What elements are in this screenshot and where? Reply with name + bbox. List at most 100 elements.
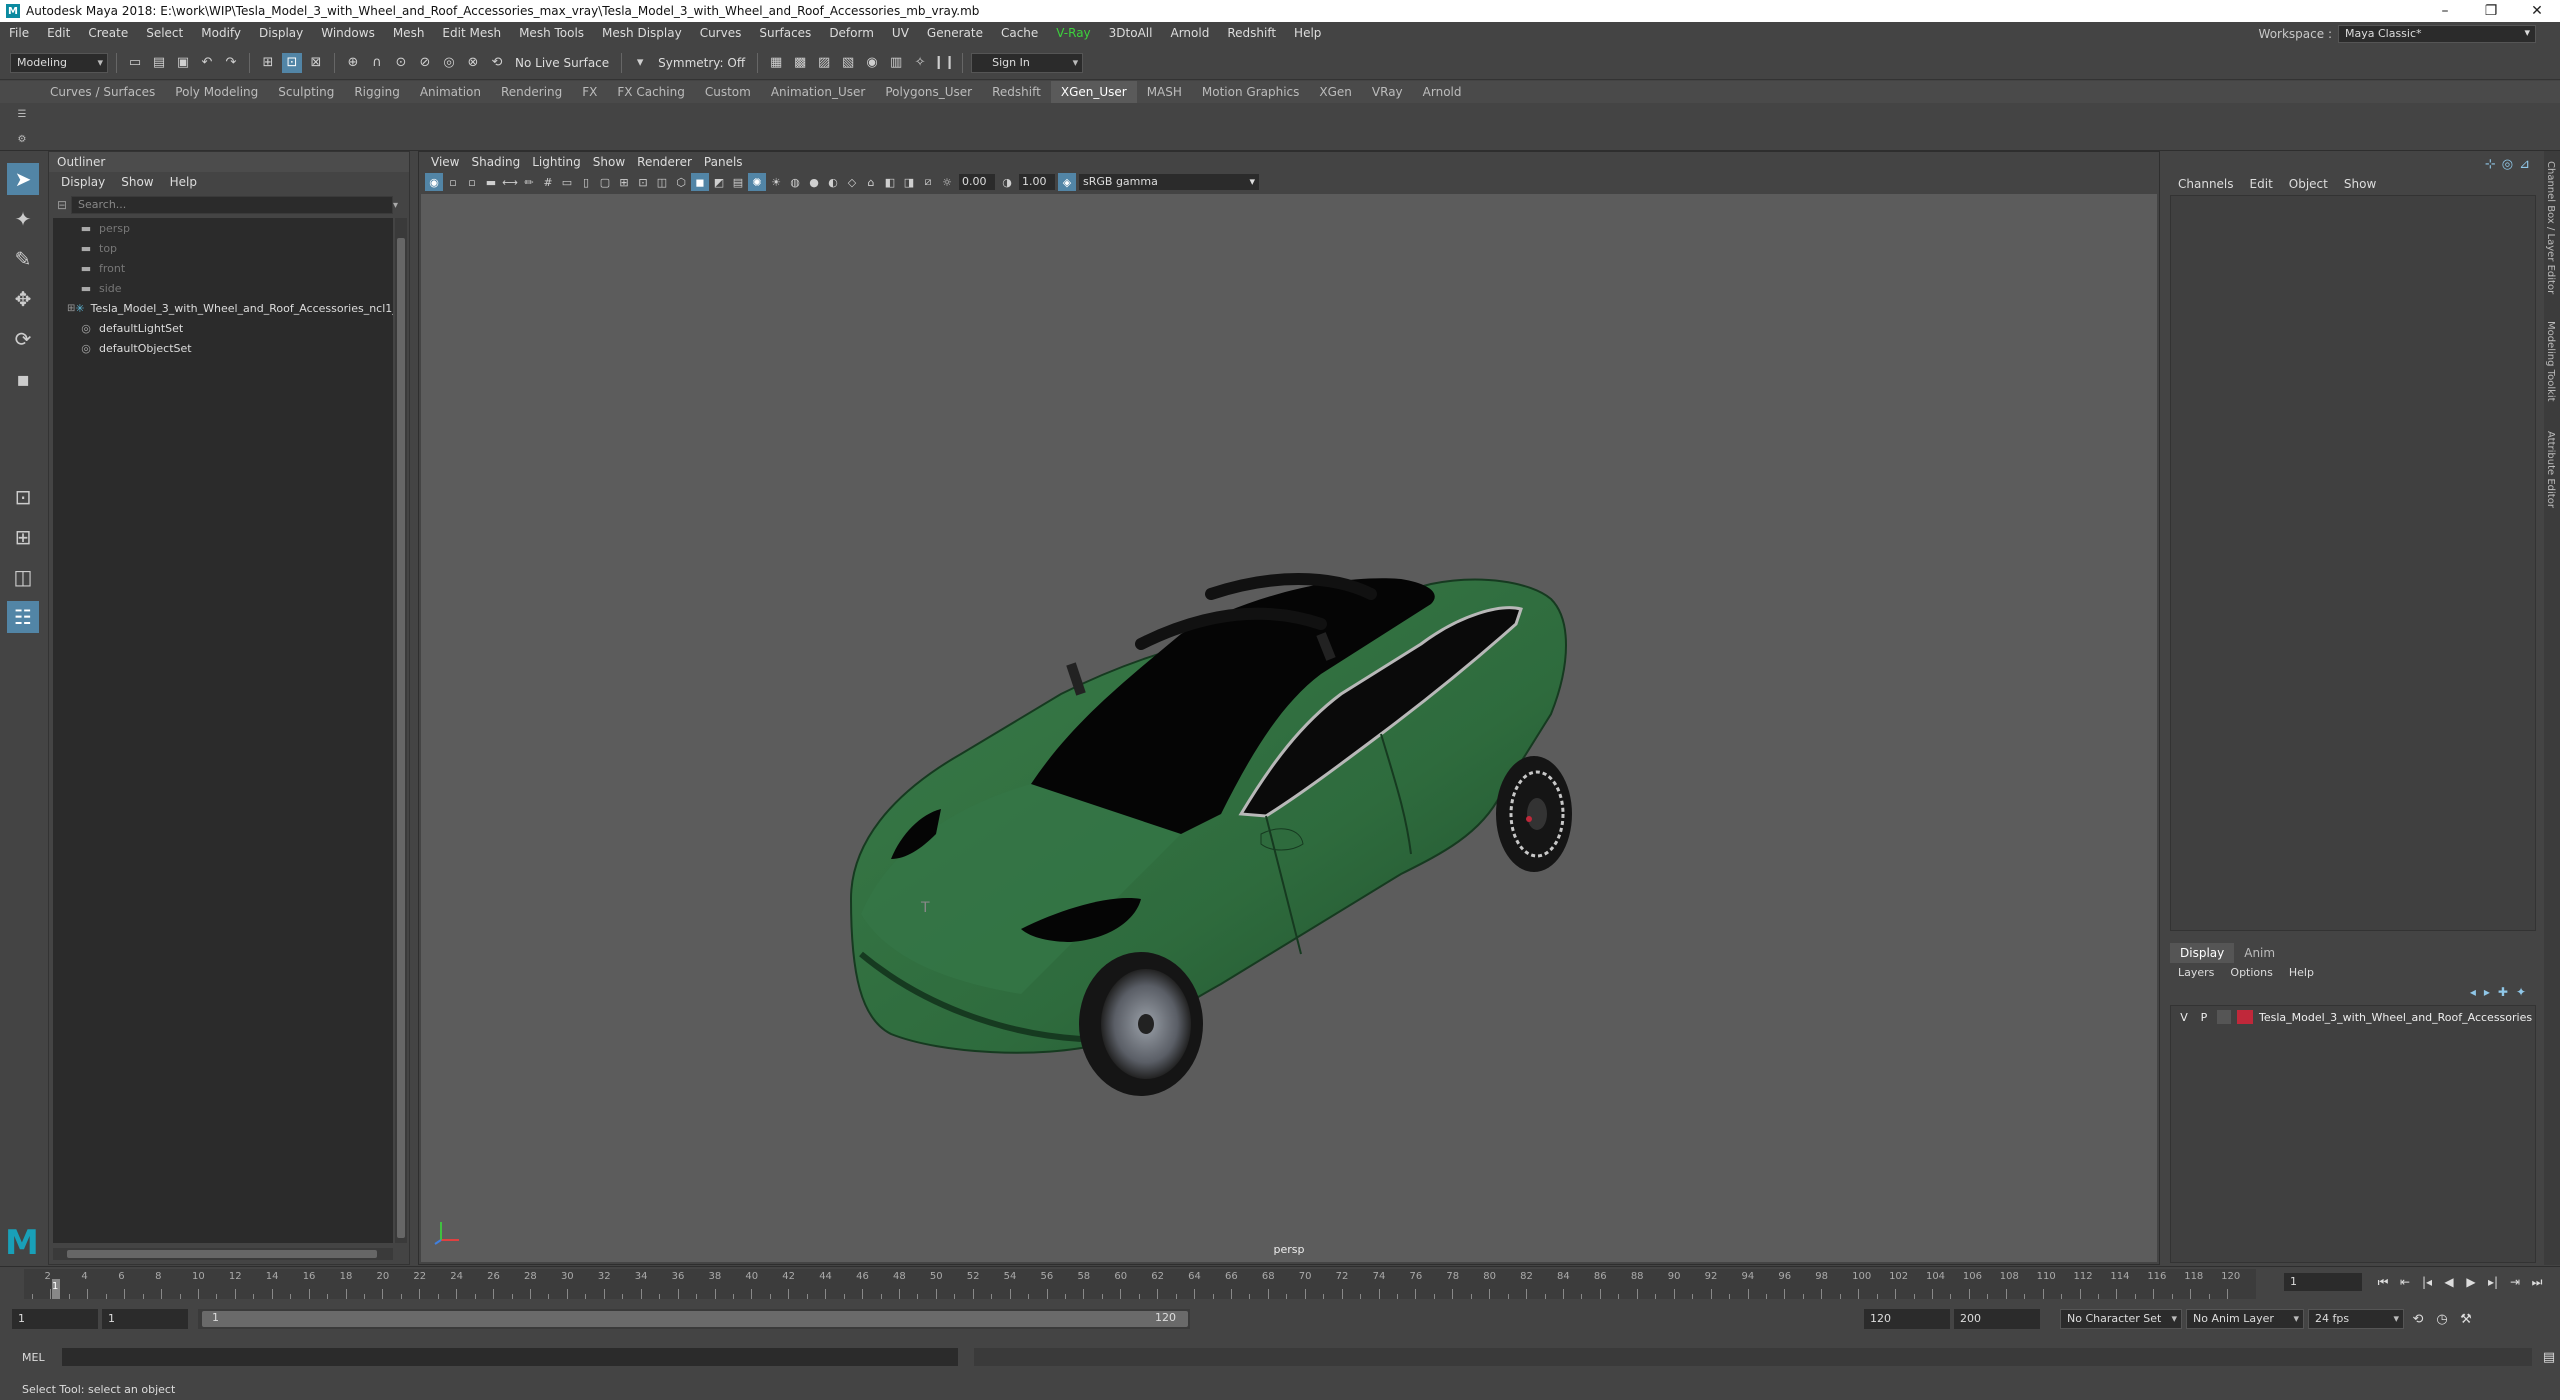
sign-in-dropdown[interactable]: Sign In xyxy=(971,52,1084,73)
select-hierarchy-icon[interactable]: ⊞ xyxy=(258,53,278,73)
time-slider[interactable]: 1 2 4 6 8 10 12 14 16 18 20 22 24 26 28 30 32 34 36 38 40 42… xyxy=(0,1266,2560,1302)
current-frame-field[interactable]: 1 xyxy=(2284,1273,2362,1291)
channel-box-menu-channels[interactable]: Channels xyxy=(2170,177,2242,191)
symmetry-label[interactable]: Symmetry: Off xyxy=(654,56,749,70)
move-layer-up-icon[interactable]: ◂ xyxy=(2470,985,2476,999)
ipr-render-icon[interactable]: ▨ xyxy=(814,53,834,73)
use-lights-icon[interactable]: ✺ xyxy=(748,173,766,191)
layer-tab-display[interactable]: Display xyxy=(2170,943,2235,963)
camera-attr-icon[interactable]: ▫ xyxy=(444,173,462,191)
paint-select-icon[interactable]: ✎ xyxy=(7,243,39,275)
search-options-icon[interactable]: ▾ xyxy=(393,200,405,211)
safe-title-icon[interactable]: ◫ xyxy=(653,173,671,191)
animation-end-field[interactable]: 200 xyxy=(1954,1309,2040,1329)
step-back-frame-icon[interactable]: |◂ xyxy=(2418,1273,2436,1291)
xray-joints-icon[interactable]: ◨ xyxy=(900,173,918,191)
single-view-icon[interactable]: ⊡ xyxy=(7,481,39,513)
select-camera-icon[interactable]: ◉ xyxy=(425,173,443,191)
color-management-icon[interactable]: ◈ xyxy=(1058,173,1076,191)
side-tab-attribute-editor[interactable]: Attribute Editor xyxy=(2545,431,2556,508)
four-view-icon[interactable]: ⊞ xyxy=(7,521,39,553)
play-backwards-icon[interactable]: ◀ xyxy=(2440,1273,2458,1291)
shelf-options-icon[interactable]: ⚙ xyxy=(18,134,27,145)
anti-alias-icon[interactable]: ◐ xyxy=(824,173,842,191)
snap-surface-icon[interactable]: ◎ xyxy=(439,53,459,73)
outliner-item[interactable]: ◎ defaultObjectSet xyxy=(53,338,393,358)
play-forwards-icon[interactable]: ▶ xyxy=(2462,1273,2480,1291)
3d-scene[interactable]: T persp xyxy=(421,194,2157,1262)
xray-icon[interactable]: ◧ xyxy=(881,173,899,191)
shelf-tab-vray[interactable]: VRay xyxy=(1362,81,1413,103)
select-object-icon[interactable]: ⊡ xyxy=(282,52,302,73)
command-language-label[interactable]: MEL xyxy=(22,1351,54,1364)
shelf-tab-custom[interactable]: Custom xyxy=(695,81,761,103)
grid-icon[interactable]: # xyxy=(539,173,557,191)
menu-surfaces[interactable]: Surfaces xyxy=(750,26,820,40)
filter-icon[interactable]: ⊟ xyxy=(53,198,71,212)
menu-curves[interactable]: Curves xyxy=(691,26,751,40)
command-input[interactable] xyxy=(62,1348,958,1366)
new-layer-icon[interactable]: ✚ xyxy=(2498,985,2508,999)
expand-icon[interactable]: ⊞ xyxy=(67,303,75,314)
shelf-tab-curves-surfaces[interactable]: Curves / Surfaces xyxy=(40,81,165,103)
outliner-horizontal-scrollbar[interactable] xyxy=(53,1248,393,1260)
menu-mesh[interactable]: Mesh xyxy=(384,26,434,40)
go-to-start-icon[interactable]: ⏮ xyxy=(2374,1273,2392,1291)
grease-pencil-icon[interactable]: ✏ xyxy=(520,173,538,191)
outliner-layout-icon[interactable]: ☷ xyxy=(7,601,39,633)
menu-edit-mesh[interactable]: Edit Mesh xyxy=(433,26,510,40)
render-frame-icon[interactable]: ▩ xyxy=(790,53,810,73)
ambient-occlusion-icon[interactable]: ◍ xyxy=(786,173,804,191)
layer-row[interactable]: V P Tesla_Model_3_with_Wheel_and_Roof_Acce… xyxy=(2171,1006,2535,1028)
menu-file[interactable]: File xyxy=(0,26,38,40)
side-tab-channel-box[interactable]: Channel Box / Layer Editor xyxy=(2545,161,2556,294)
open-scene-icon[interactable]: ▤ xyxy=(149,53,169,73)
scroll-thumb[interactable] xyxy=(397,238,405,1238)
gate-mask-icon[interactable]: ▢ xyxy=(596,173,614,191)
step-back-key-icon[interactable]: ⇤ xyxy=(2396,1273,2414,1291)
shelf-tab-animation-user[interactable]: Animation_User xyxy=(761,81,876,103)
symmetry-menu-icon[interactable]: ▾ xyxy=(630,53,650,73)
loop-icon[interactable]: ⟲ xyxy=(2408,1309,2428,1329)
viewport-menu-renderer[interactable]: Renderer xyxy=(631,155,698,169)
close-button[interactable]: ✕ xyxy=(2514,0,2560,22)
new-scene-icon[interactable]: ▭ xyxy=(125,53,145,73)
character-set-dropdown[interactable]: No Character Set xyxy=(2060,1309,2182,1329)
time-slider-ticks[interactable]: 1 2 4 6 8 10 12 14 16 18 20 22 24 26 28 30 32 34 36 38 40 42… xyxy=(24,1269,2256,1299)
textured-icon[interactable]: ▤ xyxy=(729,173,747,191)
range-slider[interactable]: 1 120 xyxy=(198,1309,1190,1329)
film-gate-icon[interactable]: ▭ xyxy=(558,173,576,191)
attribute-editor-toggle-icon[interactable]: ⊿ xyxy=(2519,157,2530,172)
outliner-item[interactable]: ▬ front xyxy=(53,258,393,278)
layer-menu-help[interactable]: Help xyxy=(2281,963,2322,983)
side-tab-modeling-toolkit[interactable]: Modeling Toolkit xyxy=(2545,321,2556,402)
menu-create[interactable]: Create xyxy=(79,26,137,40)
pause-icon[interactable]: ❙❙ xyxy=(933,53,955,73)
viewport-menu-shading[interactable]: Shading xyxy=(465,155,526,169)
menu-arnold[interactable]: Arnold xyxy=(1161,26,1218,40)
undo-icon[interactable]: ↶ xyxy=(197,53,217,73)
viewport-menu-view[interactable]: View xyxy=(425,155,465,169)
shelf-tab-poly-modeling[interactable]: Poly Modeling xyxy=(165,81,268,103)
shelf-tab-redshift[interactable]: Redshift xyxy=(982,81,1051,103)
playback-start-field[interactable]: 1 xyxy=(102,1309,188,1329)
outliner-item[interactable]: ▬ side xyxy=(53,278,393,298)
select-tool-icon[interactable]: ➤ xyxy=(7,163,39,195)
menu-set-dropdown[interactable]: Modeling xyxy=(10,52,108,73)
menu-edit[interactable]: Edit xyxy=(38,26,79,40)
isolate-select-icon[interactable]: ⌂ xyxy=(862,173,880,191)
motion-blur-icon[interactable]: ● xyxy=(805,173,823,191)
scroll-thumb[interactable] xyxy=(67,1250,377,1258)
shelf-tab-xgen[interactable]: XGen xyxy=(1309,81,1362,103)
shelf-tab-fx-caching[interactable]: FX Caching xyxy=(607,81,694,103)
menu-select[interactable]: Select xyxy=(137,26,192,40)
shelf-tab-fx[interactable]: FX xyxy=(572,81,607,103)
smooth-shade-icon[interactable]: ◼ xyxy=(691,173,709,191)
two-view-icon[interactable]: ◫ xyxy=(7,561,39,593)
shelf-tab-motion-graphics[interactable]: Motion Graphics xyxy=(1192,81,1310,103)
gamma-icon[interactable]: ◑ xyxy=(998,173,1016,191)
exposure-icon[interactable]: ☼ xyxy=(938,173,956,191)
redo-icon[interactable]: ↷ xyxy=(221,53,241,73)
menu-redshift[interactable]: Redshift xyxy=(1218,26,1285,40)
snap-grid-icon[interactable]: ⊕ xyxy=(343,53,363,73)
